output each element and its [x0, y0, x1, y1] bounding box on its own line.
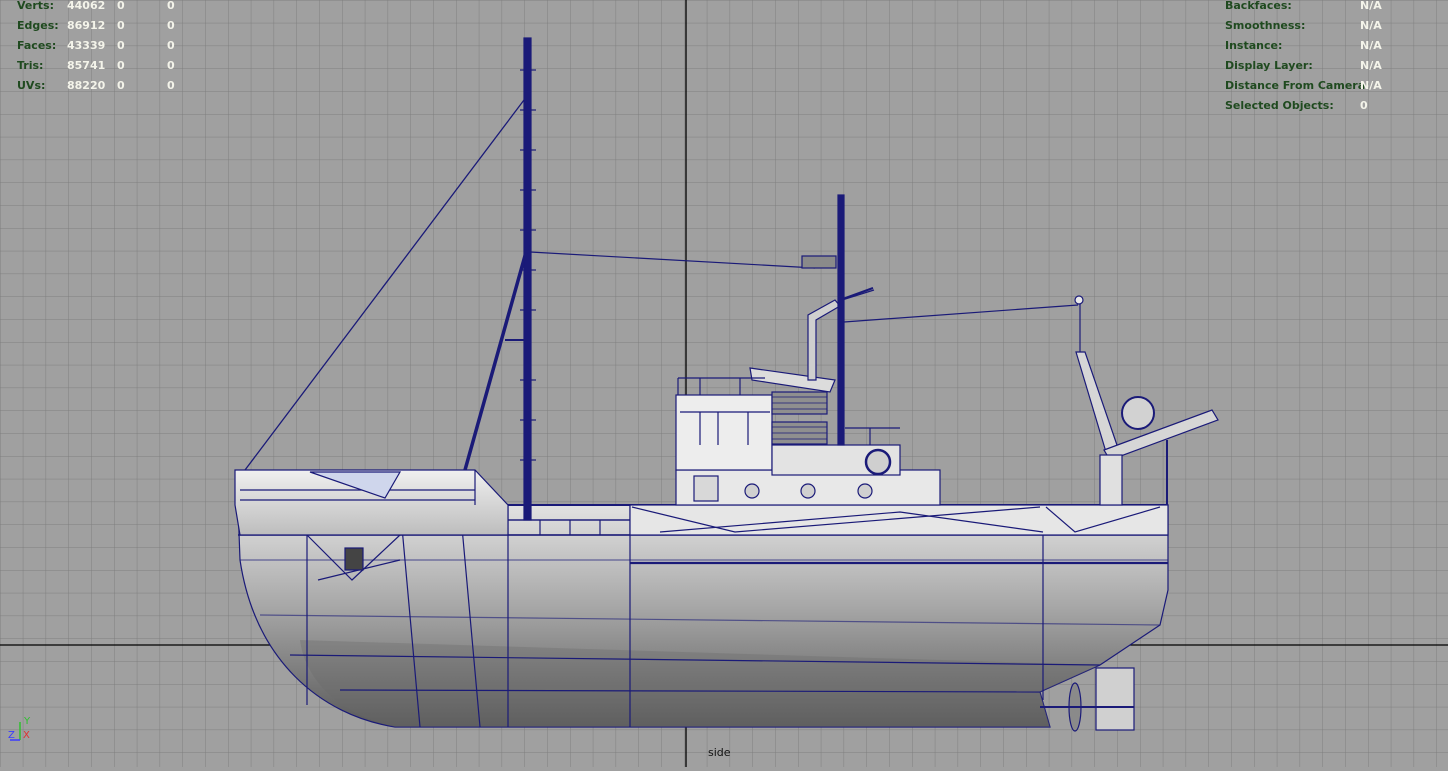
hud-row-backfaces: Backfaces: N/A — [1225, 0, 1435, 16]
crane-light — [1074, 295, 1084, 305]
hud-value: 86912 — [67, 19, 106, 32]
hud-value: 0 — [167, 19, 175, 32]
hud-label: Tris: — [17, 59, 44, 72]
hud-value: 0 — [117, 39, 125, 52]
hud-value: 0 — [117, 79, 125, 92]
hud-row-edges: Edges: 86912 0 0 — [17, 16, 207, 36]
hud-value: 88220 — [67, 79, 106, 92]
hud-value: 0 — [117, 19, 125, 32]
hud-row-verts: Verts: 44062 0 0 — [17, 0, 207, 16]
camera-name-label: side — [708, 746, 731, 759]
radar — [801, 255, 837, 269]
hud-row-tris: Tris: 85741 0 0 — [17, 56, 207, 76]
rudder — [1095, 667, 1135, 731]
superstructure-cabin — [675, 394, 773, 471]
hud-label: Selected Objects: — [1225, 99, 1334, 112]
crane-post — [1099, 454, 1123, 506]
main-mast — [837, 194, 845, 446]
hud-row-uvs: UVs: 88220 0 0 — [17, 76, 207, 96]
hud-label: Display Layer: — [1225, 59, 1313, 72]
hud-value: 85741 — [67, 59, 106, 72]
portholes — [744, 483, 760, 499]
hud-label: Smoothness: — [1225, 19, 1306, 32]
hud-value: 43339 — [67, 39, 106, 52]
hud-value: 0 — [1360, 99, 1368, 112]
hud-label: Backfaces: — [1225, 0, 1292, 12]
hud-row-faces: Faces: 43339 0 0 — [17, 36, 207, 56]
hud-label: Verts: — [17, 0, 55, 12]
object-details-hud: Backfaces: N/A Smoothness: N/A Instance: N/A D… — [1225, 0, 1435, 116]
hud-value: N/A — [1360, 39, 1382, 52]
hud-row-smoothness: Smoothness: N/A — [1225, 16, 1435, 36]
hud-value: 0 — [167, 0, 175, 12]
hud-value: 0 — [117, 59, 125, 72]
hud-value: N/A — [1360, 59, 1382, 72]
hud-row-selected-objects: Selected Objects: 0 — [1225, 96, 1435, 116]
hud-value: N/A — [1360, 79, 1382, 92]
hud-value: 0 — [117, 0, 125, 12]
winch-drum — [1121, 396, 1155, 430]
hud-label: UVs: — [17, 79, 46, 92]
porthole — [800, 483, 816, 499]
axis-y-label: Y — [23, 716, 31, 727]
hud-label: Instance: — [1225, 39, 1283, 52]
hud-value: 0 — [167, 79, 175, 92]
hud-value: 0 — [167, 39, 175, 52]
door — [693, 475, 719, 502]
hud-value: N/A — [1360, 0, 1382, 12]
axis-x-label: X — [23, 730, 30, 741]
hud-label: Faces: — [17, 39, 57, 52]
hud-value: 0 — [167, 59, 175, 72]
hud-value: 44062 — [67, 0, 106, 12]
hud-label: Distance From Camera: — [1225, 79, 1370, 92]
axis-z-label: Z — [8, 730, 15, 741]
view-axis-indicator: Y Z X — [8, 716, 31, 741]
hud-value: N/A — [1360, 19, 1382, 32]
life-ring — [864, 448, 892, 476]
bulwark — [629, 504, 1169, 536]
hud-row-instance: Instance: N/A — [1225, 36, 1435, 56]
side-viewport[interactable]: Verts: 44062 0 0 Edges: 86912 0 0 Faces: 43339 0 0 T… — [0, 0, 1448, 767]
poly-count-hud: Verts: 44062 0 0 Edges: 86912 0 0 Faces: 43339 0 0 T… — [17, 0, 207, 96]
hud-row-distance-from-camera: Distance From Camera: N/A — [1225, 76, 1435, 96]
hud-label: Edges: — [17, 19, 59, 32]
hud-row-display-layer: Display Layer: N/A — [1225, 56, 1435, 76]
porthole — [857, 483, 873, 499]
hawse-pipe — [344, 547, 364, 571]
